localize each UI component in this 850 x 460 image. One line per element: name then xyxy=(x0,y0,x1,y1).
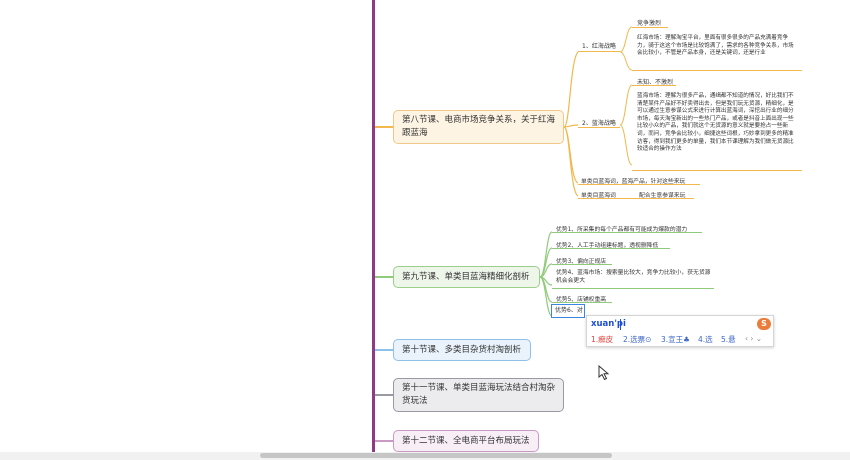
adv2-underline xyxy=(552,248,670,249)
horizontal-scrollbar-thumb[interactable] xyxy=(260,453,612,458)
ime-candidate-window[interactable]: xuan'pi S 1.癣皮 2.选票⊙ 3.宣王♣ 4.选 5.悬 ‹ › ⌄ xyxy=(586,315,774,347)
ime-candidate-5[interactable]: 5.悬 xyxy=(721,334,736,345)
red-ocean-paragraph[interactable]: 红海市场：理解淘宝平台，里面有很多很多的产品充满着竞争力，骑于这这个市场是比较饱… xyxy=(637,35,799,58)
ime-candidate-3[interactable]: 3.宣王♣ xyxy=(661,334,690,345)
red-ocean-label[interactable]: 1、红海战略 xyxy=(582,41,616,50)
red-note-underline xyxy=(632,27,668,28)
topic-lesson-11[interactable]: 第十一节课、单类目蓝海玩法结合村淘杂货玩法 xyxy=(393,378,564,412)
leaf2-underline xyxy=(578,198,694,199)
topic-lesson-12[interactable]: 第十二节课、全电商平台布局玩法 xyxy=(393,430,539,452)
mouse-pointer-icon xyxy=(598,365,610,381)
blue-ocean-paragraph[interactable]: 蓝海市场：理解为很多产品，通缉都不知道的情况，好比我们不清楚某件产品好不好卖得出… xyxy=(637,93,799,154)
topic-lesson-11-title: 第十一节课、单类目蓝海玩法结合村淘杂货玩法 xyxy=(402,383,556,406)
ime-candidate-4[interactable]: 4.选 xyxy=(698,334,713,345)
advantage-4[interactable]: 优势4、蓝海市场：搜索量比较大，竞争力比较小，获无货源机会会更大 xyxy=(556,270,716,285)
topic-lesson-10[interactable]: 第十节课、多类目杂货村淘剖析 xyxy=(393,339,531,361)
topic-lesson-8-title: 第八节课、电商市场竞争关系，关于红海跟蓝海 xyxy=(402,115,556,138)
blue-ocean-underline xyxy=(578,127,620,128)
adv4-underline xyxy=(552,288,714,289)
ime-caret xyxy=(620,319,621,330)
red-ocean-underline xyxy=(578,51,620,52)
red-ocean-note[interactable]: 竞争激烈 xyxy=(637,18,661,27)
topic-lesson-9-title: 第九节课、单类目蓝海精细化剖析 xyxy=(402,271,530,282)
advantage-6-edit-field[interactable]: 优势6、对 xyxy=(551,304,585,318)
blue-para-underline xyxy=(632,170,802,171)
sogou-logo-icon: S xyxy=(757,318,771,330)
blue-ocean-label[interactable]: 2、蓝海战略 xyxy=(582,118,616,127)
ime-page-arrows-icon[interactable]: ‹ › ⌄ xyxy=(745,334,762,343)
ime-candidate-2[interactable]: 2.选票⊙ xyxy=(623,334,651,345)
ime-candidate-1[interactable]: 1.癣皮 xyxy=(591,334,613,345)
adv1-underline xyxy=(552,232,702,233)
topic-lesson-12-title: 第十二节课、全电商平台布局玩法 xyxy=(402,435,530,446)
red-para-underline xyxy=(632,70,802,71)
adv3-underline xyxy=(552,264,612,265)
leaf1-underline xyxy=(578,184,700,185)
topic-lesson-10-title: 第十节课、多类目杂货村淘剖析 xyxy=(402,344,522,355)
topic-lesson-9[interactable]: 第九节课、单类目蓝海精细化剖析 xyxy=(393,266,540,288)
blue-note-underline xyxy=(632,85,676,86)
topic-lesson-8[interactable]: 第八节课、电商市场竞争关系，关于红海跟蓝海 xyxy=(393,110,564,144)
adv5-underline xyxy=(552,302,612,303)
